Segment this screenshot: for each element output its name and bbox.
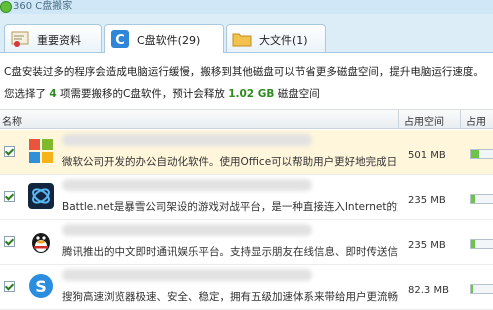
app-title: 360 C盘搬家 [13,1,73,12]
office-icon [29,139,53,163]
tab-c-drive-software[interactable]: C C盘软件(29) [104,24,224,53]
column-space[interactable]: 占用空间 [404,113,444,128]
table-row[interactable]: 腾讯推出的中文即时通讯娱乐平台。支持显示朋友在线信息、即时传送信... 235 … [0,220,493,265]
tab-label: 大文件(1) [259,34,308,47]
list-header: 名称 占用空间 占用空间 [0,109,493,143]
app-size: 501 MB [408,150,446,161]
tab-strip: 重要资料 C C盘软件(29) 大文件(1) [0,14,493,53]
sogou-browser-icon: S [29,274,53,298]
table-row[interactable]: Battle.net是暴雪公司架设的游戏对战平台，是一种直接连入Internet… [0,175,493,220]
usage-bar [470,239,493,249]
blurred-app-name [62,134,312,146]
info-description: C盘安装过多的程序会造成电脑运行缓慢，搬移到其他磁盘可以节省更多磁盘空间，提升电… [4,66,484,78]
release-size: 1.02 GB [228,88,275,100]
blurred-app-name [62,224,312,236]
app-size: 82.3 MB [408,285,449,296]
tab-large-files[interactable]: 大文件(1) [226,24,326,52]
app-size: 235 MB [408,240,446,251]
c-drive-icon: C [111,30,129,48]
row-checkbox[interactable] [4,281,15,292]
usage-bar-fill [471,150,479,158]
usage-bar-fill [471,195,475,203]
table-row[interactable]: 微软公司开发的办公自动化软件。使用Office可以帮助用户更好地完成日... 5… [0,130,493,175]
table-row[interactable]: S 搜狗高速浏览器极速、安全、稳定，拥有五级加速体系来带给用户更流畅... 82… [0,265,493,310]
app-description: 微软公司开发的办公自动化软件。使用Office可以帮助用户更好地完成日... [62,156,398,168]
tab-important-data[interactable]: 重要资料 [4,24,102,52]
app-description: 搜狗高速浏览器极速、安全、稳定，拥有五级加速体系来带给用户更流畅... [62,291,398,303]
app-description: Battle.net是暴雪公司架设的游戏对战平台，是一种直接连入Internet… [62,201,398,213]
tab-label: C盘软件(29) [137,34,201,47]
usage-bar [470,194,493,204]
svg-text:S: S [35,277,47,296]
usage-bar [470,284,493,294]
qq-icon [32,233,50,253]
usage-bar-fill [471,240,475,248]
row-checkbox[interactable] [4,146,15,157]
blurred-app-name [62,179,312,191]
title-bar: 360 C盘搬家 [0,0,493,14]
app-description: 腾讯推出的中文即时通讯娱乐平台。支持显示朋友在线信息、即时传送信... [62,246,398,258]
selected-count: 4 [49,88,57,100]
row-checkbox[interactable] [4,236,15,247]
svg-text:C: C [115,33,125,48]
usage-bar [470,149,493,159]
tab-label: 重要资料 [37,34,81,47]
usage-bar-fill [471,285,473,293]
certificate-icon [11,31,29,47]
app-size: 235 MB [408,195,446,206]
folder-icon [232,33,252,47]
blurred-app-name [62,269,312,281]
battlenet-icon [28,183,54,209]
app-logo-icon [0,1,12,13]
column-name[interactable]: 名称 [2,113,22,128]
selection-summary: 您选择了 4 项需要搬移的C盘软件，预计会释放 1.02 GB 磁盘空间 [4,88,320,100]
row-checkbox[interactable] [4,191,15,202]
